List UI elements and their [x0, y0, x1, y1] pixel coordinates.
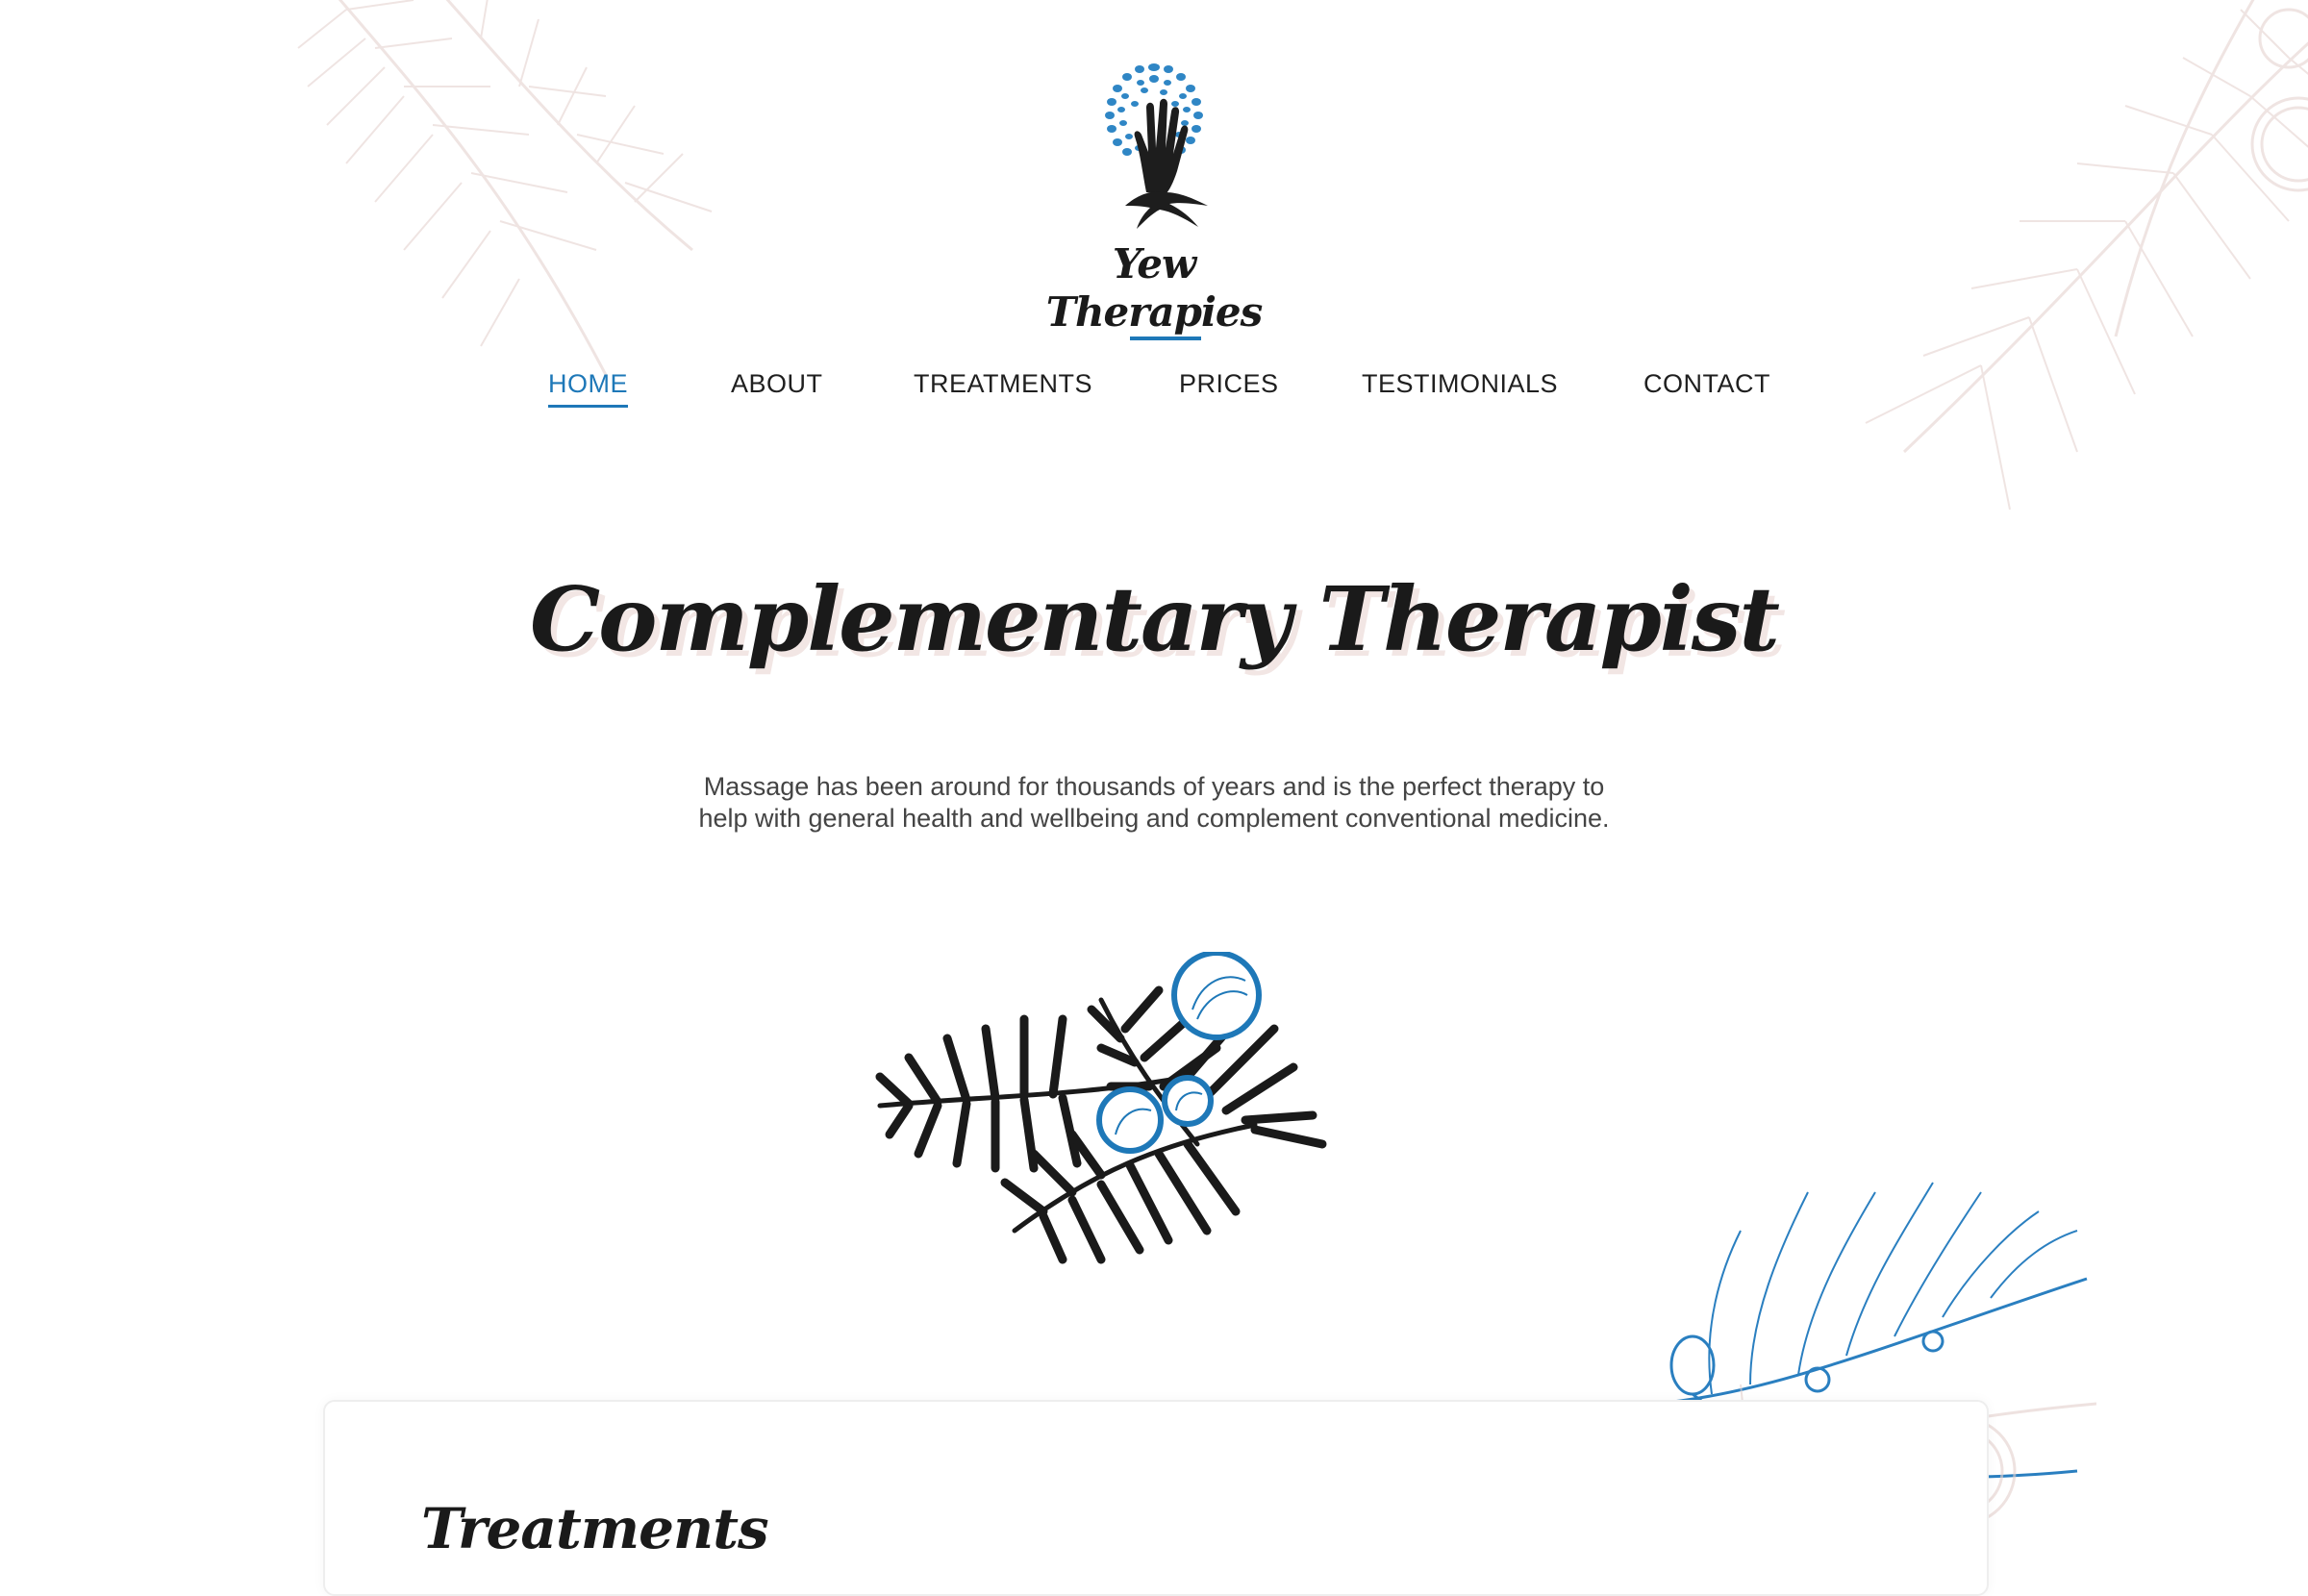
treatments-card: Treatments — [323, 1400, 1989, 1596]
nav-home[interactable]: HOME — [548, 369, 628, 408]
hand-tree-logo-icon — [1105, 63, 1208, 229]
nav-prices[interactable]: PRICES — [1179, 369, 1279, 399]
site-logo[interactable]: Yew Therapies — [1010, 48, 1298, 340]
hero-description-line-1: Massage has been around for thousands of… — [703, 772, 1605, 801]
yew-branch-berries-icon — [875, 952, 1327, 1264]
hero-title: Complementary Therapist — [529, 567, 1780, 671]
decorative-branch-top-left-icon — [297, 0, 713, 376]
decorative-branch-top-right-icon — [1865, 0, 2308, 511]
hero-description: Massage has been around for thousands of… — [0, 771, 2308, 835]
hero-description-line-2: help with general health and wellbeing a… — [698, 804, 1610, 833]
nav-testimonials[interactable]: TESTIMONIALS — [1362, 369, 1558, 399]
treatments-heading: Treatments — [421, 1496, 769, 1561]
nav-about[interactable]: ABOUT — [731, 369, 823, 399]
nav-treatments[interactable]: TREATMENTS — [914, 369, 1092, 399]
logo-underline — [1130, 337, 1201, 340]
logo-wordmark: Yew Therapies — [1045, 240, 1264, 336]
main-navigation: HOME ABOUT TREATMENTS PRICES TESTIMONIAL… — [0, 369, 2308, 427]
nav-contact[interactable]: CONTACT — [1643, 369, 1770, 399]
